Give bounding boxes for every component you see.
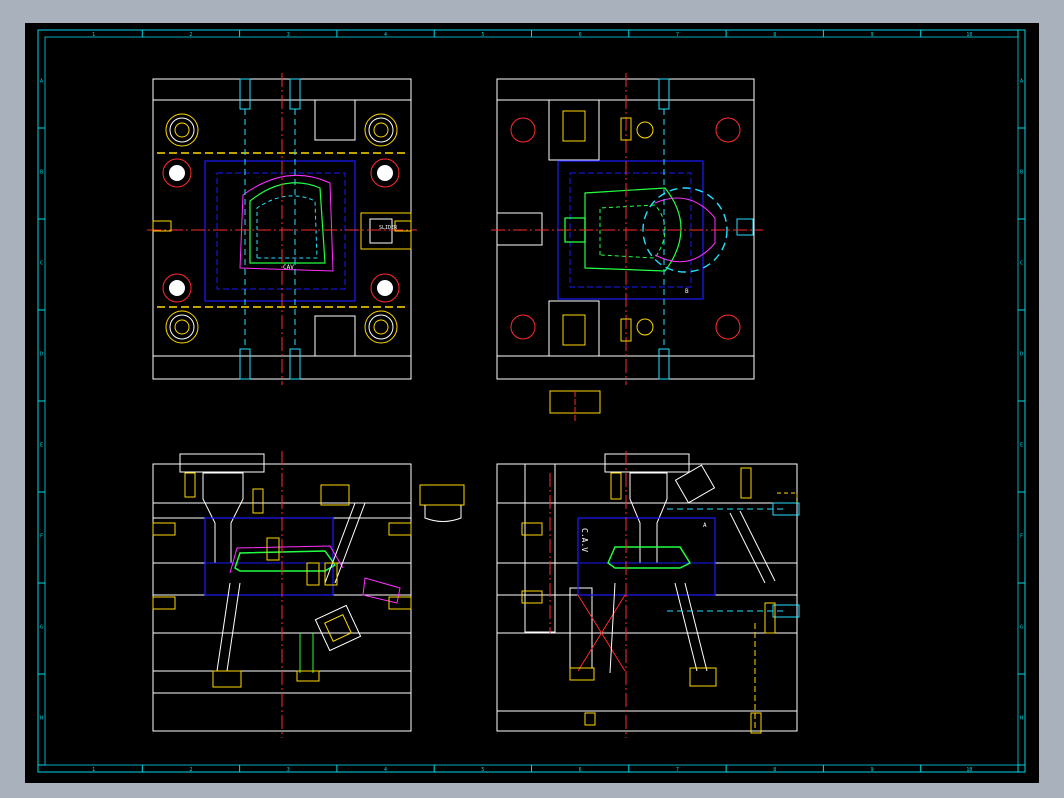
frame-tick-label: 9 bbox=[871, 767, 874, 773]
frame-tick-label: 4 bbox=[384, 767, 387, 773]
frame-tick-label: 6 bbox=[579, 767, 582, 773]
view-top-left-plan: CAV SLIDER bbox=[147, 73, 417, 385]
frame-ticks-left: A A B B C C D D E E F F G G H H bbox=[38, 79, 1025, 766]
frame-tick-label: D bbox=[40, 352, 43, 358]
frame-tick-label: 3 bbox=[287, 767, 290, 773]
frame-tick-label: E bbox=[1020, 443, 1023, 449]
mark-a: A bbox=[703, 522, 707, 529]
frame-tick-label: 1 bbox=[92, 767, 95, 773]
view-bottom-left-section bbox=[152, 451, 465, 738]
frame-tick-label: 7 bbox=[676, 767, 679, 773]
frame-tick-label: B bbox=[1020, 170, 1023, 176]
frame-tick-label: 5 bbox=[481, 32, 484, 38]
frame-tick-label: 8 bbox=[773, 767, 776, 773]
frame-tick-label: 10 bbox=[966, 767, 972, 773]
frame-tick-label: 8 bbox=[773, 32, 776, 38]
mark-b: B bbox=[685, 288, 689, 295]
frame-tick-label: 2 bbox=[189, 767, 192, 773]
view-top-right-plan: B bbox=[491, 73, 763, 421]
frame-tick-label: G bbox=[40, 625, 43, 631]
frame-tick-label: F bbox=[1020, 534, 1023, 540]
frame-tick-label: 3 bbox=[287, 32, 290, 38]
frame-tick-label: 1 bbox=[92, 32, 95, 38]
frame-tick-label: G bbox=[1020, 625, 1023, 631]
frame-tick-label: 4 bbox=[384, 32, 387, 38]
frame-tick-label: D bbox=[1020, 352, 1023, 358]
frame-tick-label: 2 bbox=[189, 32, 192, 38]
frame-ticks-top: 1 1 2 2 3 3 4 4 5 5 6 6 7 7 8 8 9 9 10 10 bbox=[92, 30, 1019, 773]
frame-tick-label: 9 bbox=[871, 32, 874, 38]
cav-label-side: C.A.V bbox=[580, 528, 589, 552]
cav-label-top: CAV bbox=[283, 264, 294, 271]
frame-tick-label: F bbox=[40, 534, 43, 540]
mold-drawing: 1 1 2 2 3 3 4 4 5 5 6 6 7 7 8 8 9 9 10 10 A A B B C C D D E E F F G G H H bbox=[37, 29, 1026, 773]
frame-tick-label: H bbox=[40, 716, 43, 722]
frame-tick-label: A bbox=[1020, 79, 1023, 85]
frame-tick-label: A bbox=[40, 79, 43, 85]
frame-tick-label: H bbox=[1020, 716, 1023, 722]
slider-label: SLIDER bbox=[379, 225, 398, 231]
view-bottom-right-section: C.A.V A bbox=[496, 451, 800, 738]
frame-tick-label: C bbox=[1020, 261, 1023, 267]
frame-tick-label: 7 bbox=[676, 32, 679, 38]
frame-tick-label: C bbox=[40, 261, 43, 267]
frame-tick-label: B bbox=[40, 170, 43, 176]
cad-viewport[interactable]: 1 1 2 2 3 3 4 4 5 5 6 6 7 7 8 8 9 9 10 10 A A B B C C D D E E F F G G H H bbox=[25, 23, 1039, 783]
frame-tick-label: 6 bbox=[579, 32, 582, 38]
frame-tick-label: 10 bbox=[966, 32, 972, 38]
frame-tick-label: 5 bbox=[481, 767, 484, 773]
frame-tick-label: E bbox=[40, 443, 43, 449]
